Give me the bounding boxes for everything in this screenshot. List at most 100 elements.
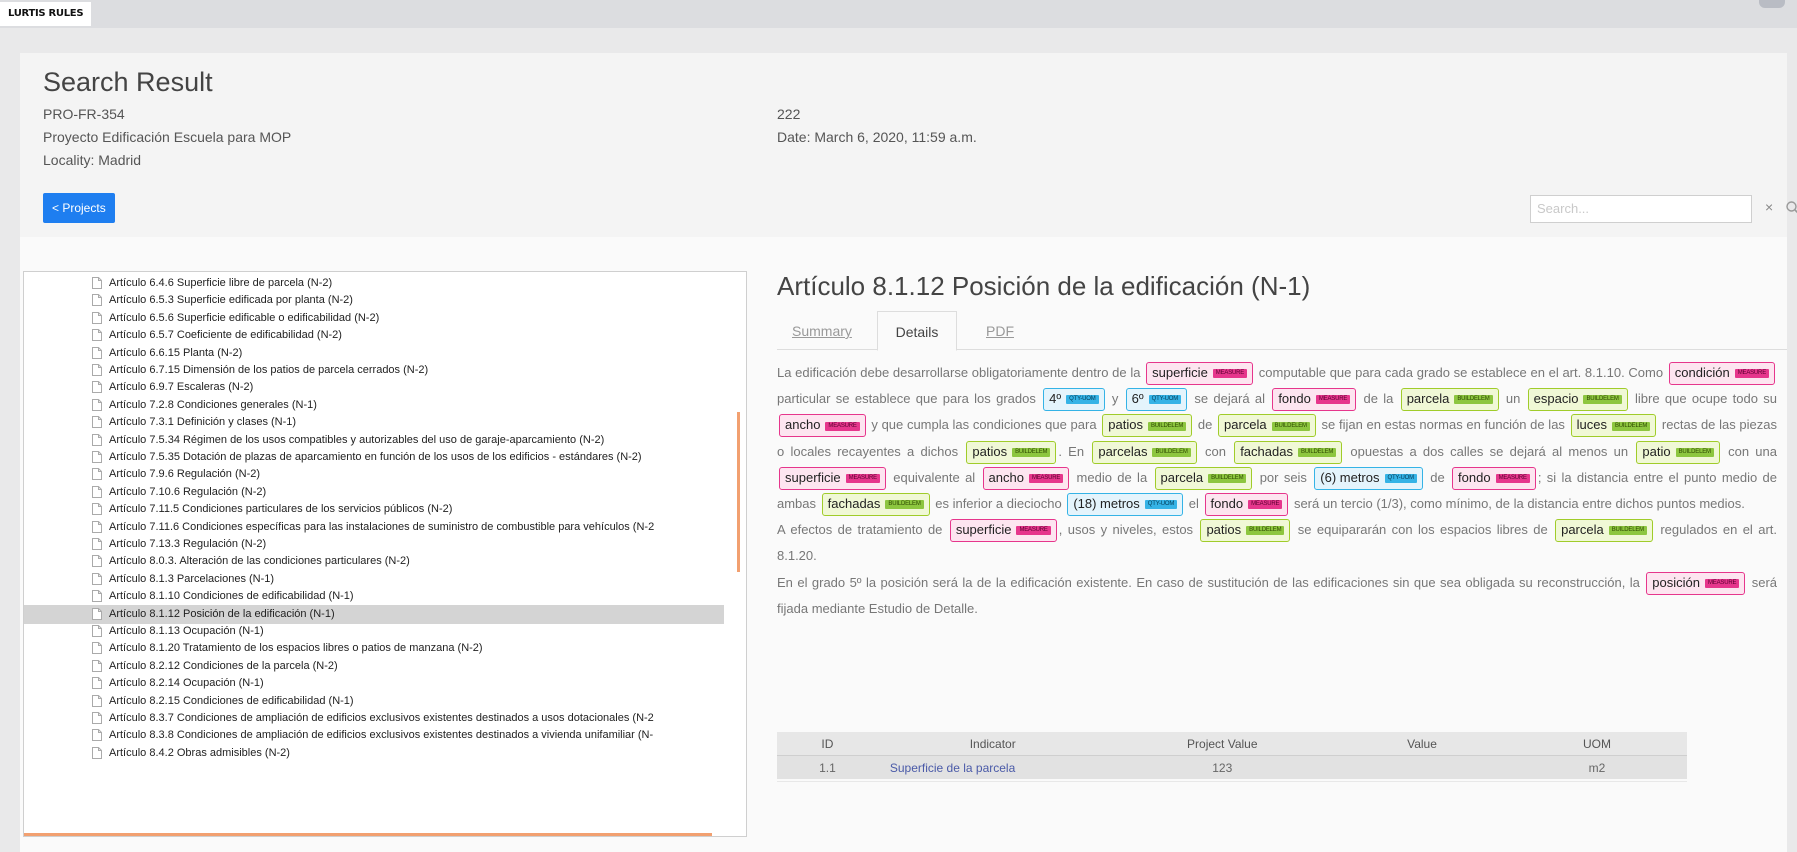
entity-tag-buildelem[interactable]: patios BUILDELEM bbox=[1200, 519, 1291, 543]
entity-tag-buildelem[interactable]: espacio BUILDELEM bbox=[1527, 388, 1628, 412]
back-to-projects-button[interactable]: < Projects bbox=[43, 193, 115, 223]
article-text-segment: con una bbox=[1721, 443, 1777, 459]
tree-item[interactable]: Artículo 7.11.5 Condiciones particulares… bbox=[24, 500, 724, 519]
tree-item[interactable]: Artículo 7.2.8 Condiciones generales (N-… bbox=[24, 396, 724, 415]
tree-item[interactable]: Artículo 8.4.2 Obras admisibles (N-2) bbox=[24, 744, 724, 763]
entity-tag-buildelem[interactable]: parcela BUILDELEM bbox=[1154, 466, 1253, 490]
tree-item[interactable]: Artículo 8.1.12 Posición de la edificaci… bbox=[24, 604, 724, 624]
entity-tag-measure[interactable]: ancho MEASURE bbox=[779, 414, 866, 438]
tree-item-label: Artículo 6.7.15 Dimensión de los patios … bbox=[109, 364, 429, 376]
entity-type-label: BUILDELEM bbox=[1297, 447, 1337, 457]
tree-item[interactable]: Artículo 6.5.7 Coeficiente de edificabil… bbox=[24, 326, 724, 345]
entity-type-label: MEASURE bbox=[1212, 369, 1248, 379]
entity-tag-buildelem[interactable]: parcela BUILDELEM bbox=[1218, 414, 1316, 438]
tree-item-label: Artículo 7.13.3 Regulación (N-2) bbox=[109, 538, 267, 550]
entity-tag-qty[interactable]: (18) metros QTY-UOM bbox=[1067, 493, 1184, 517]
entity-tag-qty[interactable]: 4º QTY-UOM bbox=[1043, 388, 1105, 412]
document-icon bbox=[92, 625, 102, 637]
entity-tag-buildelem[interactable]: patio BUILDELEM bbox=[1636, 440, 1720, 464]
tree-item[interactable]: Artículo 7.13.3 Regulación (N-2) bbox=[24, 535, 724, 554]
tree-item[interactable]: Artículo 7.5.35 Dotación de plazas de ap… bbox=[24, 448, 724, 467]
tab-pdf[interactable]: PDF bbox=[986, 311, 1014, 349]
entity-tag-buildelem[interactable]: fachadas BUILDELEM bbox=[1234, 440, 1343, 464]
search-icon[interactable] bbox=[1785, 200, 1797, 216]
tree-item[interactable]: Artículo 8.1.13 Ocupación (N-1) bbox=[24, 622, 724, 641]
entity-tag-measure[interactable]: fondo MEASURE bbox=[1204, 493, 1289, 517]
cell-value[interactable] bbox=[1336, 755, 1508, 779]
clear-search-icon[interactable]: × bbox=[1765, 199, 1773, 215]
tree-item[interactable]: Artículo 6.4.6 Superficie libre de parce… bbox=[24, 274, 724, 293]
entity-tag-measure[interactable]: ancho MEASURE bbox=[982, 466, 1070, 490]
document-icon bbox=[92, 538, 102, 550]
entity-word: parcela bbox=[1406, 391, 1450, 407]
entity-tag-measure[interactable]: fondo MEASURE bbox=[1272, 388, 1357, 412]
article-text-segment: por seis bbox=[1254, 469, 1313, 485]
entity-type-label: BUILDELEM bbox=[1208, 473, 1247, 483]
table-row[interactable]: 1.1 Superficie de la parcela 123 m2 bbox=[777, 755, 1687, 779]
tree-item[interactable]: Artículo 7.11.6 Condiciones específicas … bbox=[24, 518, 724, 537]
document-icon bbox=[92, 677, 102, 690]
document-icon bbox=[92, 485, 102, 498]
entity-tag-buildelem[interactable]: parcela BUILDELEM bbox=[1555, 519, 1653, 543]
article-text-segment: de la bbox=[1358, 391, 1399, 407]
article-tree[interactable]: Artículo 6.4.6 Superficie libre de parce… bbox=[23, 271, 747, 837]
tree-item[interactable]: Artículo 8.3.7 Condiciones de ampliación… bbox=[24, 709, 724, 728]
page-title: Search Result bbox=[43, 67, 213, 97]
search-field[interactable] bbox=[1530, 195, 1752, 223]
tree-item[interactable]: Artículo 6.9.7 Escaleras (N-2) bbox=[24, 378, 724, 397]
tree-item[interactable]: Artículo 7.9.6 Regulación (N-2) bbox=[24, 465, 724, 484]
indicator-table-header: ID Indicator Project Value Value UOM bbox=[777, 732, 1687, 756]
entity-tag-buildelem[interactable]: luces BUILDELEM bbox=[1570, 414, 1657, 438]
entity-tag-measure[interactable]: superficie MEASURE bbox=[1146, 362, 1254, 386]
window-control[interactable] bbox=[1759, 0, 1785, 8]
document-icon bbox=[92, 694, 102, 707]
entity-tag-measure[interactable]: superficie MEASURE bbox=[779, 466, 886, 490]
search-input[interactable] bbox=[1531, 196, 1743, 220]
entity-tag-buildelem[interactable]: patios BUILDELEM bbox=[966, 440, 1057, 464]
tree-horizontal-scrollbar[interactable] bbox=[24, 833, 712, 836]
entity-tag-measure[interactable]: superficie MEASURE bbox=[949, 519, 1057, 543]
entity-tag-measure[interactable]: posición MEASURE bbox=[1646, 571, 1746, 595]
tree-scrollbar-thumb[interactable] bbox=[737, 412, 740, 572]
tree-item-label: Artículo 7.5.34 Régimen de los usos comp… bbox=[109, 433, 605, 446]
tree-item[interactable]: Artículo 7.10.6 Regulación (N-2) bbox=[24, 483, 724, 502]
entity-type-label: MEASURE bbox=[825, 421, 860, 431]
entity-type-label: BUILDELEM bbox=[1012, 447, 1051, 457]
entity-tag-buildelem[interactable]: fachadas BUILDELEM bbox=[821, 493, 930, 517]
entity-tag-qty[interactable]: (6) metros QTY-UOM bbox=[1314, 466, 1423, 490]
tree-item-label: Artículo 6.5.3 Superficie edificada por … bbox=[109, 294, 353, 307]
tree-item[interactable]: Artículo 7.5.34 Régimen de los usos comp… bbox=[24, 431, 724, 450]
entity-type-label: MEASURE bbox=[1016, 526, 1051, 536]
app-tab[interactable]: LURTIS RULES bbox=[0, 2, 92, 26]
tree-item[interactable]: Artículo 8.1.10 Condiciones de edificabi… bbox=[24, 587, 724, 606]
tree-item[interactable]: Artículo 6.6.15 Planta (N-2) bbox=[24, 344, 724, 363]
article-paragraph: En el grado 5º la posición será la de la… bbox=[777, 570, 1777, 622]
entity-type-label: BUILDELEM bbox=[1147, 421, 1187, 431]
entity-tag-buildelem[interactable]: parcela BUILDELEM bbox=[1400, 388, 1499, 412]
tree-item[interactable]: Artículo 6.5.3 Superficie edificada por … bbox=[24, 291, 724, 310]
article-text-segment: se fijan en estas normas en función de l… bbox=[1317, 417, 1569, 433]
tab-summary[interactable]: Summary bbox=[792, 311, 852, 349]
tree-item[interactable]: Artículo 7.3.1 Definición y clases (N-1) bbox=[24, 413, 724, 432]
entity-tag-measure[interactable]: fondo MEASURE bbox=[1452, 466, 1536, 490]
tree-item[interactable]: Artículo 8.3.8 Condiciones de ampliación… bbox=[24, 726, 724, 745]
tree-item[interactable]: Artículo 8.1.3 Parcelaciones (N-1) bbox=[24, 570, 724, 589]
tree-item[interactable]: Artículo 8.1.20 Tratamiento de los espac… bbox=[24, 639, 724, 658]
tree-item[interactable]: Artículo 8.2.12 Condiciones de la parcel… bbox=[24, 657, 724, 676]
article-text-segment: y bbox=[1106, 391, 1124, 407]
col-uom: UOM bbox=[1507, 732, 1687, 756]
cell-indicator[interactable]: Superficie de la parcela bbox=[877, 755, 1108, 779]
entity-tag-measure[interactable]: condición MEASURE bbox=[1668, 362, 1775, 386]
tree-item[interactable]: Artículo 8.0.3. Alteración de las condic… bbox=[24, 552, 724, 571]
document-icon bbox=[92, 468, 102, 481]
entity-tag-buildelem[interactable]: parcelas BUILDELEM bbox=[1092, 440, 1197, 464]
tree-item[interactable]: Artículo 6.7.15 Dimensión de los patios … bbox=[24, 361, 724, 380]
tree-item[interactable]: Artículo 8.2.15 Condiciones de edificabi… bbox=[24, 692, 724, 711]
tree-item[interactable]: Artículo 8.2.14 Ocupación (N-1) bbox=[24, 674, 724, 693]
tab-details[interactable]: Details bbox=[877, 311, 957, 351]
tree-item[interactable]: Artículo 6.5.6 Superficie edificable o e… bbox=[24, 309, 724, 328]
tree-item-label: Artículo 7.11.6 Condiciones específicas … bbox=[109, 520, 655, 533]
entity-tag-qty[interactable]: 6º QTY-UOM bbox=[1125, 388, 1188, 412]
col-indicator: Indicator bbox=[877, 732, 1108, 756]
entity-tag-buildelem[interactable]: patios BUILDELEM bbox=[1102, 414, 1193, 438]
